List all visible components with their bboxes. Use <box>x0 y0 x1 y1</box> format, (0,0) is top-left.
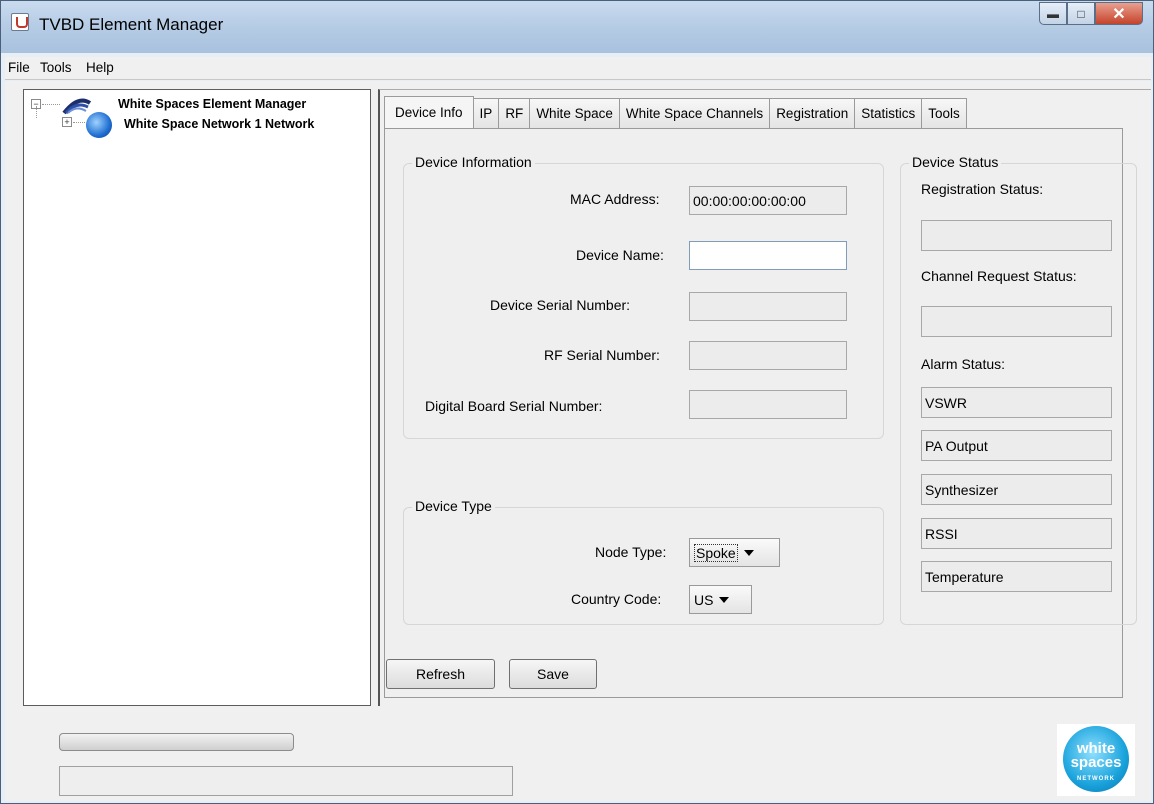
tab-white-space[interactable]: White Space <box>529 98 620 128</box>
device-name-input[interactable] <box>689 241 847 270</box>
device-info-panel: Device Information MAC Address: 00:00:00… <box>384 128 1137 698</box>
device-serial-label: Device Serial Number: <box>490 297 631 313</box>
status-message-field <box>59 766 513 796</box>
device-name-label: Device Name: <box>576 247 664 263</box>
country-code-value: US <box>694 591 714 608</box>
menu-tools[interactable]: Tools <box>40 60 72 75</box>
expand-icon[interactable]: + <box>62 117 72 127</box>
rf-serial-field <box>689 341 847 370</box>
tree-node-network[interactable]: + White Space Network 1 Network <box>24 106 370 138</box>
device-serial-field <box>689 292 847 321</box>
alarm-pa-output: PA Output <box>921 430 1112 461</box>
channel-request-status-label: Channel Request Status: <box>921 268 1077 284</box>
tab-rf[interactable]: RF <box>498 98 531 128</box>
save-button[interactable]: Save <box>509 659 597 689</box>
tree-network-label: White Space Network 1 Network <box>124 117 315 131</box>
digital-board-serial-field <box>689 390 847 419</box>
minimize-icon: ▬ <box>1047 6 1059 21</box>
progress-bar <box>59 733 294 751</box>
tree-root-label: White Spaces Element Manager <box>118 97 307 111</box>
tree-node-root[interactable]: − White Spaces Element Manager <box>24 92 370 116</box>
tab-strip: Device Info IP RF White Space White Spac… <box>384 96 967 128</box>
title-bar[interactable]: TVBD Element Manager ▬ □ ✕ <box>1 1 1153 53</box>
java-app-icon <box>11 13 29 31</box>
device-status-group: Device Status Registration Status: Chann… <box>900 154 1137 625</box>
maximize-icon: □ <box>1077 6 1085 21</box>
close-button[interactable]: ✕ <box>1095 2 1143 25</box>
tab-device-info[interactable]: Device Info <box>384 96 474 128</box>
rf-serial-label: RF Serial Number: <box>544 347 660 363</box>
menu-file[interactable]: File <box>8 60 30 75</box>
registration-status-label: Registration Status: <box>921 181 1044 197</box>
chevron-down-icon <box>743 549 754 556</box>
tab-panel: Device Info IP RF White Space White Spac… <box>378 89 1151 706</box>
alarm-rssi: RSSI <box>921 518 1112 549</box>
tab-white-space-channels[interactable]: White Space Channels <box>618 98 771 128</box>
maximize-button[interactable]: □ <box>1067 2 1095 25</box>
node-type-value: Spoke <box>694 543 738 562</box>
alarm-temperature: Temperature <box>921 561 1112 592</box>
country-code-label: Country Code: <box>571 591 662 607</box>
close-icon: ✕ <box>1112 5 1126 23</box>
logo-badge: white spaces NETWORK <box>1063 726 1129 792</box>
node-type-label: Node Type: <box>595 544 667 560</box>
minimize-button[interactable]: ▬ <box>1039 2 1067 25</box>
digital-board-serial-label: Digital Board Serial Number: <box>425 398 603 414</box>
device-type-title: Device Type <box>412 498 495 514</box>
app-window: TVBD Element Manager ▬ □ ✕ File Tools He… <box>0 0 1154 804</box>
device-status-title: Device Status <box>909 154 1002 170</box>
alarm-vswr: VSWR <box>921 387 1112 418</box>
country-code-select[interactable]: US <box>689 585 752 614</box>
white-spaces-logo: white spaces NETWORK <box>1057 724 1135 796</box>
menu-help[interactable]: Help <box>86 60 114 75</box>
wireless-waves-icon <box>62 98 92 115</box>
alarm-status-label: Alarm Status: <box>921 356 1006 372</box>
device-information-title: Device Information <box>412 154 535 170</box>
window-controls: ▬ □ ✕ <box>1039 2 1143 25</box>
chevron-down-icon <box>719 596 730 603</box>
tab-tools[interactable]: Tools <box>921 98 967 128</box>
device-type-group: Device Type Node Type: Spoke Country Cod… <box>403 498 884 625</box>
tab-ip[interactable]: IP <box>472 98 500 128</box>
channel-request-status-field <box>921 306 1112 337</box>
refresh-button[interactable]: Refresh <box>386 659 495 689</box>
device-information-group: Device Information MAC Address: 00:00:00… <box>403 154 884 439</box>
tab-registration[interactable]: Registration <box>769 98 856 128</box>
network-tree[interactable]: − White Spaces Element Manager + White S… <box>23 89 371 706</box>
globe-network-icon <box>86 112 112 138</box>
registration-status-field <box>921 220 1112 251</box>
client-area: − White Spaces Element Manager + White S… <box>5 81 1151 801</box>
mac-address-field: 00:00:00:00:00:00 <box>689 186 847 215</box>
node-type-select[interactable]: Spoke <box>689 538 780 567</box>
window-title: TVBD Element Manager <box>39 15 224 34</box>
alarm-synthesizer: Synthesizer <box>921 474 1112 505</box>
menu-bar: File Tools Help <box>5 57 1151 80</box>
tab-statistics[interactable]: Statistics <box>854 98 923 128</box>
mac-address-label: MAC Address: <box>570 191 660 207</box>
